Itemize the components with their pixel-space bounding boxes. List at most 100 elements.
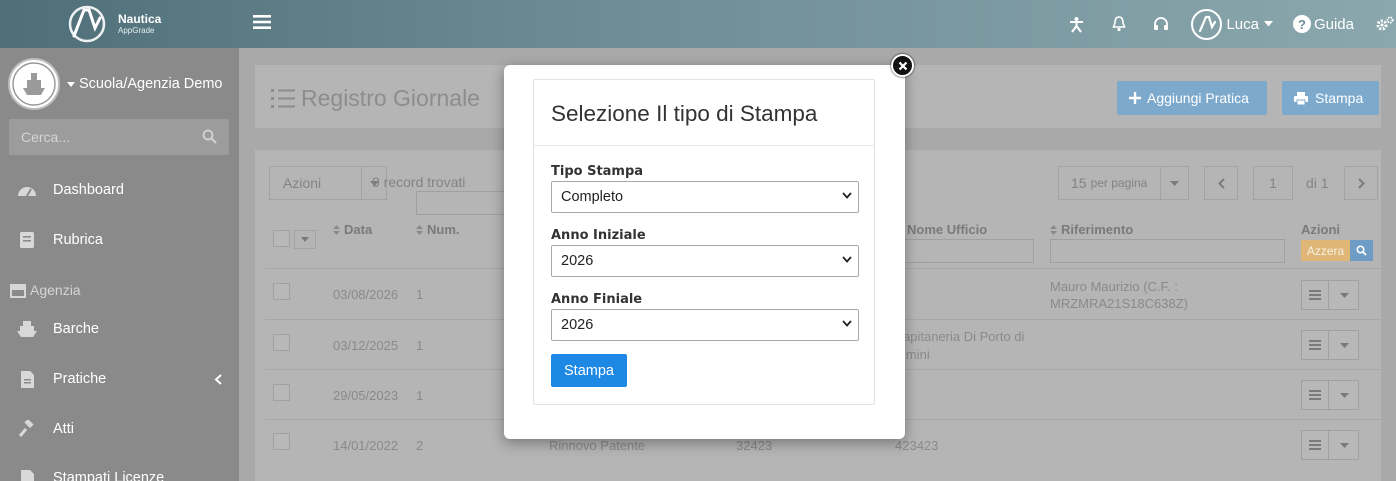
page-title: Registro Giornale <box>271 85 480 112</box>
caret-down-icon[interactable] <box>1329 431 1359 459</box>
prev-page-button[interactable] <box>1204 166 1238 200</box>
sidebar-item-label: Stampati Licenze <box>53 470 165 481</box>
search-icon[interactable] <box>202 129 217 144</box>
sidebar-search <box>9 119 229 155</box>
caret-down-icon <box>1170 180 1179 186</box>
caret-down-icon[interactable] <box>1329 381 1359 409</box>
tipo-stampa-select[interactable]: Completo <box>551 181 859 213</box>
help-label: Guida <box>1313 15 1354 33</box>
column-header-data[interactable]: Data <box>333 222 372 237</box>
cell-date: 03/12/2025 <box>333 338 399 353</box>
sort-icon <box>416 224 423 235</box>
row-checkbox[interactable] <box>273 283 290 300</box>
print-button[interactable]: Stampa <box>1282 81 1379 115</box>
sort-icon <box>333 224 340 235</box>
hamburger-icon[interactable] <box>1302 331 1329 359</box>
modal-print-label: Stampa <box>564 362 614 379</box>
cell-riferimento: Mauro Maurizio (C.F. : MRZMRA21S18C638Z) <box>1050 279 1188 311</box>
column-header-riferimento[interactable]: Riferimento <box>1050 222 1133 237</box>
row-actions[interactable] <box>1301 430 1359 460</box>
sidebar-item-label: Pratiche <box>53 371 107 387</box>
sidebar-item-stampati-licenze[interactable]: Stampati Licenze <box>0 458 239 481</box>
per-page-dropdown[interactable] <box>1160 166 1189 200</box>
row-actions[interactable] <box>1301 280 1359 310</box>
question-circle-icon: ? <box>1292 15 1311 33</box>
row-checkbox[interactable] <box>273 384 290 401</box>
gavel-icon <box>16 418 38 440</box>
chevron-down-icon <box>842 320 852 327</box>
row-actions[interactable] <box>1301 380 1359 410</box>
brand-sub: AppGrade <box>118 26 155 35</box>
row-actions[interactable] <box>1301 330 1359 360</box>
column-label: Data <box>344 222 373 237</box>
anno-iniziale-select[interactable]: 2026 <box>551 245 859 277</box>
add-pratica-button[interactable]: Aggiungi Pratica <box>1117 81 1267 115</box>
filter-num-input[interactable] <box>416 191 506 215</box>
select-all-checkbox[interactable] <box>273 230 290 247</box>
cell-nome-ufficio: 423423 <box>895 438 939 453</box>
anno-finale-value: 2026 <box>561 317 594 333</box>
caret-down-icon <box>1263 21 1273 27</box>
help-link[interactable]: ? Guida <box>1292 15 1354 33</box>
sidebar-item-barche[interactable]: Barche <box>0 309 239 349</box>
column-header-nome-ufficio[interactable]: Nome Ufficio <box>907 222 987 237</box>
page-title-text: Registro Giornale <box>301 85 480 111</box>
ship-logo-icon <box>12 62 56 106</box>
column-header-num[interactable]: Num. <box>416 222 460 237</box>
print-type-modal: Selezione Il tipo di Stampa Tipo Stampa … <box>504 65 905 439</box>
school-switcher[interactable]: Scuola/Agenzia Demo <box>8 58 238 114</box>
caret-down-icon[interactable] <box>1329 281 1359 309</box>
headset-icon[interactable] <box>1153 16 1169 32</box>
page-number-input[interactable]: 1 <box>1253 166 1293 200</box>
user-menu[interactable]: Luca <box>1191 8 1273 40</box>
print-type-card: Selezione Il tipo di Stampa Tipo Stampa … <box>533 79 875 405</box>
apply-filters-button[interactable] <box>1350 240 1373 261</box>
accessibility-icon[interactable] <box>1068 16 1085 33</box>
cell-num: 2 <box>416 438 424 453</box>
bell-icon[interactable] <box>1112 16 1127 32</box>
cell-date: 29/05/2023 <box>333 388 399 403</box>
tipo-stampa-value: Completo <box>561 189 624 205</box>
bulk-actions-button[interactable]: Azioni <box>269 166 362 200</box>
top-bar: Nautica AppGrade Luca ? Guida <box>0 0 1396 48</box>
anno-iniziale-label: Anno Iniziale <box>551 228 646 243</box>
sidebar-item-label: Rubrica <box>53 232 103 248</box>
addressbook-icon <box>16 229 38 251</box>
next-page-button[interactable] <box>1344 166 1378 200</box>
school-name: Scuola/Agenzia Demo <box>79 76 223 92</box>
settings-gears-icon[interactable] <box>1376 16 1394 32</box>
reset-filters-button[interactable]: Azzera <box>1301 240 1350 261</box>
hamburger-icon[interactable] <box>1302 431 1329 459</box>
row-checkbox[interactable] <box>273 433 290 450</box>
caret-down-icon[interactable] <box>1329 331 1359 359</box>
modal-print-button[interactable]: Stampa <box>551 354 627 387</box>
per-page-text: per pagina <box>1090 176 1148 190</box>
sidebar-section-agenzia: Agenzia <box>9 282 81 298</box>
page-number: 1 <box>1269 175 1277 191</box>
sidebar-item-pratiche[interactable]: Pratiche <box>0 359 239 399</box>
close-modal-button[interactable] <box>891 54 914 77</box>
column-label: Nome Ufficio <box>907 222 988 237</box>
sidebar-item-label: Dashboard <box>53 182 124 198</box>
anno-finale-select[interactable]: 2026 <box>551 309 859 341</box>
plus-icon <box>1129 92 1141 104</box>
sidebar-search-input[interactable] <box>9 119 199 155</box>
hamburger-icon[interactable] <box>1302 281 1329 309</box>
row-checkbox[interactable] <box>273 334 290 351</box>
per-page-select[interactable]: 15 per pagina <box>1058 166 1161 200</box>
cell-num: 1 <box>416 388 424 403</box>
menu-toggle-icon[interactable] <box>253 14 271 30</box>
sidebar-item-rubrica[interactable]: Rubrica <box>0 220 239 260</box>
sidebar-item-dashboard[interactable]: Dashboard <box>0 170 239 210</box>
filter-ufficio-input[interactable] <box>904 239 1034 263</box>
chevron-down-icon <box>842 256 852 263</box>
brand-logo[interactable]: Nautica AppGrade <box>62 4 172 44</box>
hamburger-icon[interactable] <box>1302 381 1329 409</box>
sidebar-item-atti[interactable]: Atti <box>0 409 239 449</box>
filter-riferimento-input[interactable] <box>1050 239 1285 263</box>
cell-date: 03/08/2026 <box>333 287 399 302</box>
column-header-azioni: Azioni <box>1301 222 1340 237</box>
select-all-dropdown[interactable] <box>294 230 316 249</box>
sort-icon <box>1050 224 1057 235</box>
anno-iniziale-value: 2026 <box>561 253 594 269</box>
